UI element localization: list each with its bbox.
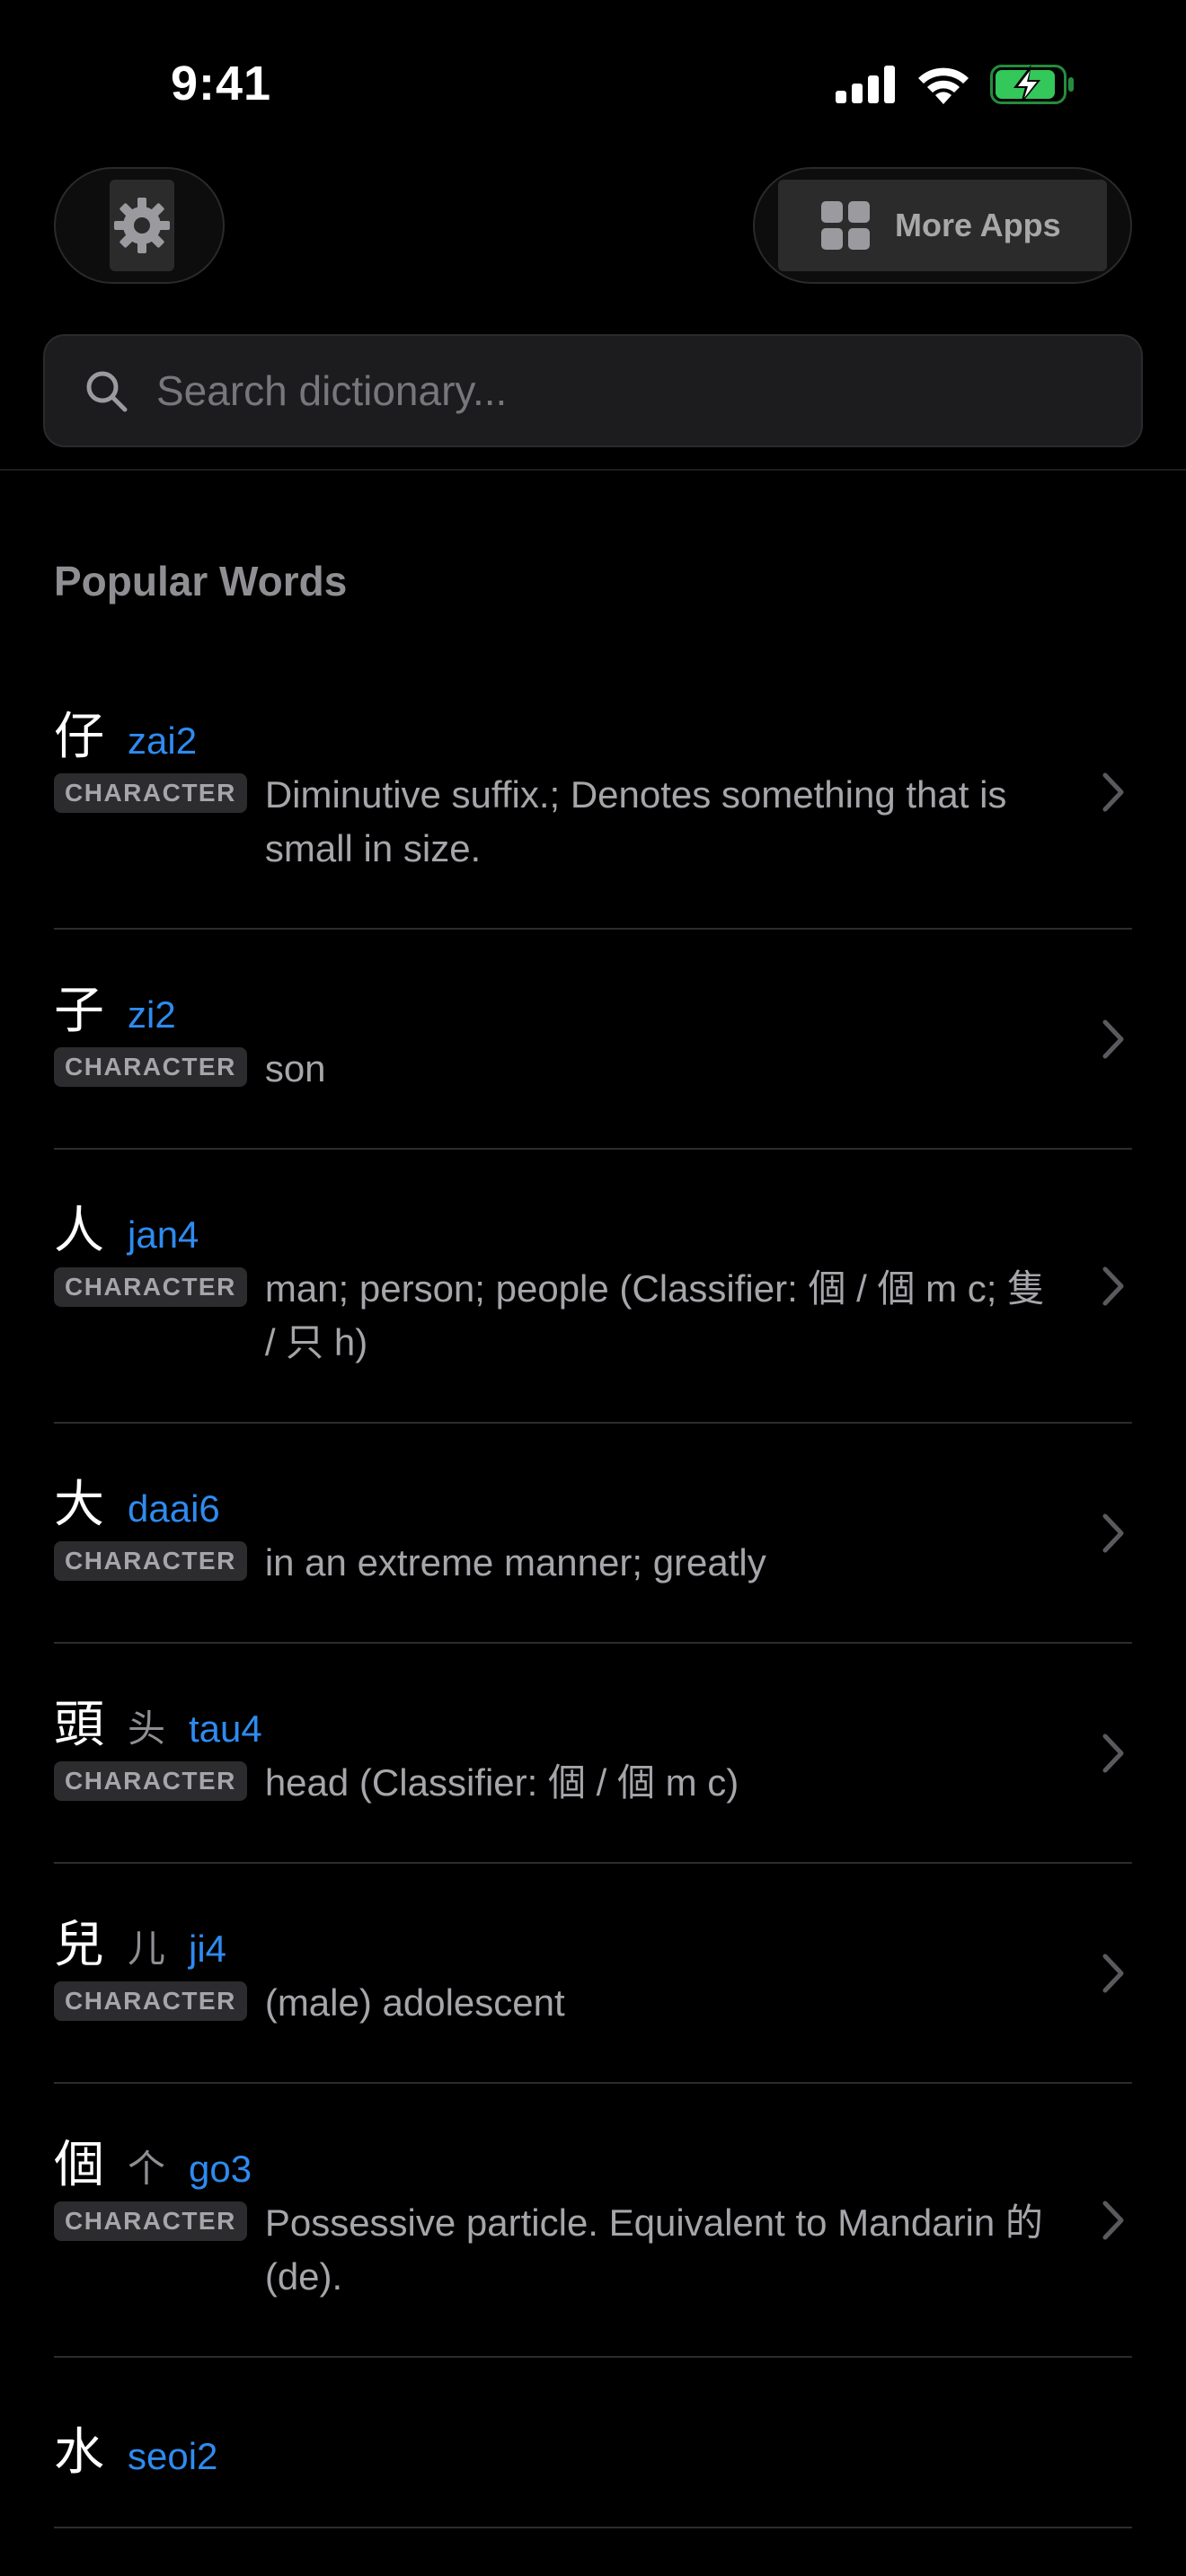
word-definition: Diminutive suffix.; Denotes something th… <box>264 773 1007 869</box>
gear-icon <box>114 198 170 253</box>
word-definition-line: CHARACTER head (Classifier: 個 / 個 m c) <box>54 1756 1051 1810</box>
word-definition: in an extreme manner; greatly <box>264 1541 766 1584</box>
settings-button-face[interactable] <box>110 180 174 271</box>
word-simplified: 个 <box>128 2147 166 2191</box>
word-simplified: 儿 <box>128 1927 166 1971</box>
word-row[interactable]: 個 个 go3 CHARACTER Possessive particle. E… <box>54 2084 1132 2358</box>
popular-words-list: 仔 zai2 CHARACTER Diminutive suffix.; Den… <box>54 656 1132 2528</box>
word-definition-line: CHARACTER man; person; people (Classifie… <box>54 1262 1051 1370</box>
chevron-right-icon <box>1102 772 1124 811</box>
word-row[interactable]: 仔 zai2 CHARACTER Diminutive suffix.; Den… <box>54 656 1132 930</box>
chevron-right-icon <box>1102 2201 1124 2239</box>
word-hanzi: 兒 <box>54 1916 104 1974</box>
word-row[interactable]: 子 zi2 CHARACTER son <box>54 930 1132 1150</box>
search-bar[interactable] <box>43 334 1143 447</box>
word-row[interactable]: 人 jan4 CHARACTER man; person; people (Cl… <box>54 1150 1132 1424</box>
word-jyutping: go3 <box>189 2148 252 2190</box>
word-headline: 人 jan4 <box>54 1190 1051 1260</box>
status-time: 9:41 <box>171 57 272 110</box>
settings-button[interactable] <box>54 167 225 284</box>
word-jyutping: tau4 <box>189 1707 262 1750</box>
status-icons <box>836 65 1075 104</box>
header-divider <box>0 469 1186 471</box>
top-toolbar: More Apps <box>0 167 1186 284</box>
word-hanzi: 大 <box>54 1476 104 1534</box>
word-type-badge: CHARACTER <box>54 1761 247 1801</box>
word-type-badge: CHARACTER <box>54 1267 247 1307</box>
word-headline: 仔 zai2 <box>54 696 1051 766</box>
word-type-badge: CHARACTER <box>54 1047 247 1087</box>
word-jyutping: jan4 <box>128 1213 199 1256</box>
word-hanzi: 頭 <box>54 1696 104 1754</box>
word-headline: 兒 儿 ji4 <box>54 1904 1051 1974</box>
word-definition-line: CHARACTER Possessive particle. Equivalen… <box>54 2196 1051 2304</box>
word-definition: son <box>264 1047 326 1090</box>
word-headline: 大 daai6 <box>54 1464 1051 1534</box>
word-definition: man; person; people (Classifier: 個 / 個 m… <box>264 1267 1046 1363</box>
word-type-badge: CHARACTER <box>54 2201 247 2241</box>
chevron-right-icon <box>1102 1734 1124 1772</box>
chevron-right-icon <box>1102 1513 1124 1552</box>
chevron-right-icon <box>1102 1954 1124 1992</box>
word-headline: 個 个 go3 <box>54 2124 1051 2194</box>
word-hanzi: 水 <box>54 2423 104 2482</box>
more-apps-button-face[interactable]: More Apps <box>778 180 1107 271</box>
more-apps-button[interactable]: More Apps <box>753 167 1132 284</box>
word-definition-line: CHARACTER (male) adolescent <box>54 1976 1051 2030</box>
word-hanzi: 仔 <box>54 708 104 766</box>
word-definition-line: CHARACTER in an extreme manner; greatly <box>54 1536 1051 1590</box>
wifi-icon <box>918 67 969 104</box>
word-jyutping: zai2 <box>128 719 198 762</box>
word-definition: head (Classifier: 個 / 個 m c) <box>264 1761 739 1804</box>
search-icon <box>86 371 128 412</box>
word-headline: 頭 头 tau4 <box>54 1684 1051 1754</box>
word-row[interactable]: 頭 头 tau4 CHARACTER head (Classifier: 個 /… <box>54 1644 1132 1864</box>
word-hanzi: 子 <box>54 982 104 1040</box>
word-row[interactable]: 兒 儿 ji4 CHARACTER (male) adolescent <box>54 1864 1132 2084</box>
word-definition: (male) adolescent <box>264 1981 565 2024</box>
word-definition: Possessive particle. Equivalent to Manda… <box>264 2201 1043 2298</box>
word-definition-line: CHARACTER Diminutive suffix.; Denotes so… <box>54 768 1051 876</box>
word-headline: 子 zi2 <box>54 970 1051 1040</box>
cellular-signal-icon <box>836 66 895 103</box>
word-hanzi: 人 <box>54 1202 104 1260</box>
word-jyutping: seoi2 <box>128 2435 218 2477</box>
chevron-right-icon <box>1102 1266 1124 1305</box>
word-jyutping: zi2 <box>128 993 176 1036</box>
word-jyutping: daai6 <box>128 1487 220 1530</box>
search-input[interactable] <box>155 366 1141 416</box>
word-simplified: 头 <box>128 1707 166 1751</box>
battery-charging-icon <box>990 65 1074 104</box>
chevron-right-icon <box>1102 1019 1124 1058</box>
word-jyutping: ji4 <box>189 1928 227 1970</box>
word-row[interactable]: 水 seoi2 <box>54 2358 1132 2528</box>
word-definition-line: CHARACTER son <box>54 1042 1051 1096</box>
word-hanzi: 個 <box>54 2136 104 2194</box>
word-type-badge: CHARACTER <box>54 1981 247 2021</box>
status-bar: 9:41 <box>0 0 1186 162</box>
section-title: Popular Words <box>54 558 348 604</box>
more-apps-label: More Apps <box>895 207 1061 243</box>
word-type-badge: CHARACTER <box>54 773 247 813</box>
grid-icon <box>821 201 870 250</box>
word-headline: 水 seoi2 <box>54 2412 1051 2482</box>
word-row[interactable]: 大 daai6 CHARACTER in an extreme manner; … <box>54 1424 1132 1644</box>
word-type-badge: CHARACTER <box>54 1541 247 1581</box>
